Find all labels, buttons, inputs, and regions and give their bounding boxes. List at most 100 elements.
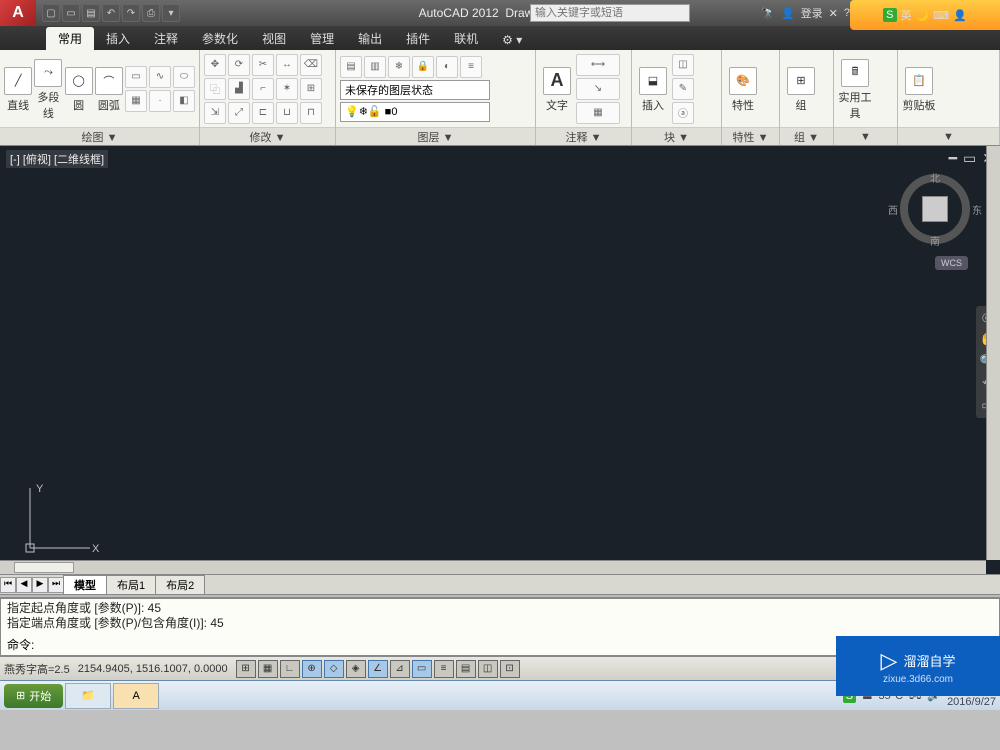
group-button[interactable]: ⊞组 [784, 65, 818, 113]
rect-icon[interactable]: ▭ [125, 66, 147, 88]
scale-icon[interactable]: ⤢ [228, 102, 250, 124]
vp-maximize-icon[interactable]: ▭ [963, 150, 976, 167]
osnap-toggle[interactable]: ◇ [324, 660, 344, 678]
ortho-toggle[interactable]: ∟ [280, 660, 300, 678]
clipboard-button[interactable]: 📋剪贴板 [902, 65, 936, 113]
tpy-toggle[interactable]: ▤ [456, 660, 476, 678]
copy-icon[interactable]: ⿻ [204, 78, 226, 100]
tab-annotate[interactable]: 注释 [142, 27, 190, 50]
fillet-icon[interactable]: ⌐ [252, 78, 274, 100]
text-button[interactable]: A文字 [540, 65, 574, 113]
polar-toggle[interactable]: ⊕ [302, 660, 322, 678]
rotate-icon[interactable]: ⟳ [228, 54, 250, 76]
tray-date[interactable]: 2016/9/27 [947, 696, 996, 708]
exchange-icon[interactable]: ✕ [829, 7, 838, 20]
viewcube-top-face[interactable] [922, 196, 948, 222]
snap-toggle[interactable]: ⊞ [236, 660, 256, 678]
layout-tab-model[interactable]: 模型 [63, 575, 107, 595]
ime-badge[interactable]: S 英 🌙 ⌨ 👤 [850, 0, 1000, 30]
viewcube-west[interactable]: 西 [888, 202, 898, 217]
trim-icon[interactable]: ✂ [252, 54, 274, 76]
qat-more-icon[interactable]: ▾ [162, 4, 180, 22]
block-edit-icon[interactable]: ✎ [672, 78, 694, 100]
layer-current-dropdown[interactable]: 💡❄🔓 ■ 0 [340, 102, 490, 122]
wcs-badge[interactable]: WCS [935, 256, 968, 270]
viewcube-east[interactable]: 东 [972, 202, 982, 217]
layer-match-icon[interactable]: ≡ [460, 56, 482, 78]
tab-online[interactable]: 联机 [442, 27, 490, 50]
tab-addins[interactable]: 插件 [394, 27, 442, 50]
layout-tab-1[interactable]: 布局1 [106, 575, 156, 595]
leader-icon[interactable]: ↘ [576, 78, 620, 100]
panel-modify-title[interactable]: 修改 ▼ [200, 127, 335, 145]
layout-first-icon[interactable]: ⏮ [0, 577, 16, 593]
app-logo[interactable]: A [0, 0, 36, 26]
panel-clip-title[interactable]: ▼ [898, 127, 999, 145]
help-search-input[interactable] [530, 4, 690, 22]
qat-new-icon[interactable]: ▢ [42, 4, 60, 22]
panel-util-title[interactable]: ▼ [834, 127, 897, 145]
layer-prop-icon[interactable]: ▤ [340, 56, 362, 78]
3dosnap-toggle[interactable]: ◈ [346, 660, 366, 678]
join-icon[interactable]: ⊔ [276, 102, 298, 124]
util-button[interactable]: 🖩实用工具 [838, 57, 872, 121]
binoculars-icon[interactable]: 🔭 [761, 7, 775, 20]
qat-print-icon[interactable]: ⎙ [142, 4, 160, 22]
grid-toggle[interactable]: ▦ [258, 660, 278, 678]
sc-toggle[interactable]: ⊡ [500, 660, 520, 678]
spline-icon[interactable]: ∿ [149, 66, 171, 88]
tab-view[interactable]: 视图 [250, 27, 298, 50]
break-icon[interactable]: ⊓ [300, 102, 322, 124]
ducs-toggle[interactable]: ⊿ [390, 660, 410, 678]
layout-prev-icon[interactable]: ◀ [16, 577, 32, 593]
layer-freeze-icon[interactable]: ❄ [388, 56, 410, 78]
tab-parametric[interactable]: 参数化 [190, 27, 250, 50]
tab-output[interactable]: 输出 [346, 27, 394, 50]
qat-save-icon[interactable]: ▤ [82, 4, 100, 22]
layout-next-icon[interactable]: ▶ [32, 577, 48, 593]
qat-open-icon[interactable]: ▭ [62, 4, 80, 22]
erase-icon[interactable]: ⌫ [300, 54, 322, 76]
panel-group-title[interactable]: 组 ▼ [780, 127, 833, 145]
vp-minimize-icon[interactable]: ━ [949, 150, 957, 167]
tab-insert[interactable]: 插入 [94, 27, 142, 50]
layer-state-dropdown[interactable]: 未保存的图层状态 [340, 80, 490, 100]
block-attr-icon[interactable]: ⓐ [672, 102, 694, 124]
offset-icon[interactable]: ⊏ [252, 102, 274, 124]
qat-undo-icon[interactable]: ↶ [102, 4, 120, 22]
tab-manage[interactable]: 管理 [298, 27, 346, 50]
point-icon[interactable]: · [149, 90, 171, 112]
drawing-area[interactable]: [-] [俯视] [二维线框] ━ ▭ ✕ 北 南 西 东 WCS ◎ ✋ 🔍 … [0, 146, 1000, 594]
viewcube-south[interactable]: 南 [930, 233, 940, 248]
extend-icon[interactable]: ↔ [276, 54, 298, 76]
user-icon[interactable]: 👤 [781, 7, 795, 20]
array-icon[interactable]: ⊞ [300, 78, 322, 100]
panel-props-title[interactable]: 特性 ▼ [722, 127, 779, 145]
layer-iso-icon[interactable]: ▥ [364, 56, 386, 78]
otrack-toggle[interactable]: ∠ [368, 660, 388, 678]
explode-icon[interactable]: ✶ [276, 78, 298, 100]
viewcube-north[interactable]: 北 [930, 170, 940, 185]
view-cube[interactable]: 北 南 西 东 [900, 174, 970, 244]
region-icon[interactable]: ◧ [173, 90, 195, 112]
dim-linear-icon[interactable]: ⟷ [576, 54, 620, 76]
start-button[interactable]: ⊞开始 [4, 684, 63, 708]
circle-button[interactable]: ◯圆 [65, 65, 93, 113]
task-explorer[interactable]: 📁 [65, 683, 111, 709]
line-button[interactable]: ╱直线 [4, 65, 32, 113]
scrollbar-horizontal[interactable] [0, 560, 986, 574]
ellipse-icon[interactable]: ⬭ [173, 66, 195, 88]
panel-draw-title[interactable]: 绘图 ▼ [0, 127, 199, 145]
polyline-button[interactable]: ⤳多段线 [34, 57, 62, 121]
task-autocad[interactable]: A [113, 683, 159, 709]
layout-tab-2[interactable]: 布局2 [155, 575, 205, 595]
arc-button[interactable]: ⌒圆弧 [95, 65, 123, 113]
table-icon[interactable]: ▦ [576, 102, 620, 124]
scrollbar-vertical[interactable] [986, 146, 1000, 560]
cmd-prompt[interactable]: 命令: [7, 636, 34, 653]
model-canvas[interactable] [0, 146, 300, 296]
layer-lock-icon[interactable]: 🔒 [412, 56, 434, 78]
dyn-toggle[interactable]: ▭ [412, 660, 432, 678]
props-button[interactable]: 🎨特性 [726, 65, 760, 113]
panel-layer-title[interactable]: 图层 ▼ [336, 127, 535, 145]
